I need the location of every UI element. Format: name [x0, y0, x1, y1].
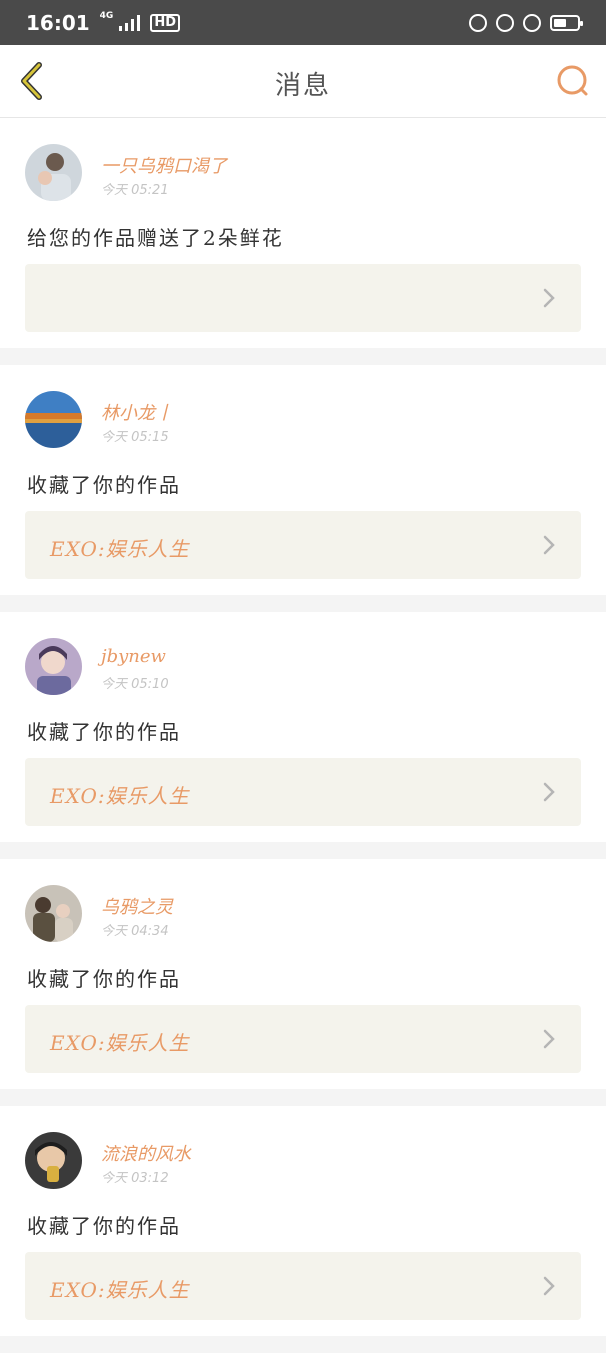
work-title: EXO:娱乐人生 [50, 1031, 190, 1055]
message-card: 乌鸦之灵 今天 04:34 收藏了你的作品 EXO:娱乐人生 [0, 859, 606, 1089]
search-icon [557, 65, 588, 96]
page-title: 消息 [274, 71, 331, 101]
work-link[interactable] [25, 264, 581, 332]
status-right [469, 13, 583, 32]
work-title: EXO:娱乐人生 [50, 537, 190, 561]
nav-bar: 消息 [0, 45, 606, 118]
message-card: jbynew 今天 05:10 收藏了你的作品 EXO:娱乐人生 [0, 612, 606, 842]
message-card: 流浪的风水 今天 03:12 收藏了你的作品 EXO:娱乐人生 [0, 1106, 606, 1336]
username[interactable]: 乌鸦之灵 [101, 893, 173, 919]
network-type: 4G [99, 10, 114, 21]
avatar[interactable] [25, 638, 82, 695]
timestamp: 今天 05:10 [101, 677, 169, 692]
avatar[interactable] [25, 885, 82, 942]
work-link[interactable]: EXO:娱乐人生 [25, 511, 581, 579]
avatar[interactable] [25, 1132, 82, 1189]
chevron-right-icon [543, 1276, 555, 1296]
clock: 16:01 [26, 10, 90, 35]
work-link[interactable]: EXO:娱乐人生 [25, 758, 581, 826]
timestamp: 今天 03:12 [101, 1171, 169, 1186]
timestamp: 今天 05:15 [101, 430, 169, 445]
vibrate-icon [469, 13, 487, 32]
chevron-right-icon [543, 288, 555, 308]
message-text: 收藏了你的作品 [27, 720, 181, 744]
chevron-right-icon [543, 535, 555, 555]
avatar[interactable] [25, 391, 82, 448]
message-text: 收藏了你的作品 [27, 473, 181, 497]
status-bar: 16:01 4G HD [0, 0, 606, 45]
avatar[interactable] [25, 144, 82, 201]
status-left: 16:01 4G HD [26, 11, 180, 35]
battery-icon [550, 14, 583, 31]
search-button[interactable] [552, 61, 592, 101]
message-text: 收藏了你的作品 [27, 967, 181, 991]
username[interactable]: 一只乌鸦口渴了 [101, 152, 227, 178]
chevron-right-icon [543, 1029, 555, 1049]
message-list: 一只乌鸦口渴了 今天 05:21 给您的作品赠送了2朵鲜花 林小龙丨 今天 05… [0, 118, 606, 1353]
hd-badge: HD [150, 13, 180, 32]
message-card: 林小龙丨 今天 05:15 收藏了你的作品 EXO:娱乐人生 [0, 365, 606, 595]
message-text: 给您的作品赠送了2朵鲜花 [27, 226, 284, 250]
message-text: 收藏了你的作品 [27, 1214, 181, 1238]
signal-icon [119, 14, 141, 31]
lock-rotation-icon [496, 13, 514, 32]
timestamp: 今天 05:21 [101, 183, 169, 198]
chevron-right-icon [543, 782, 555, 802]
username[interactable]: 流浪的风水 [101, 1140, 191, 1166]
username[interactable]: jbynew [101, 646, 166, 667]
alarm-icon [523, 13, 541, 32]
work-title: EXO:娱乐人生 [50, 784, 190, 808]
message-card: 一只乌鸦口渴了 今天 05:21 给您的作品赠送了2朵鲜花 [0, 118, 606, 348]
timestamp: 今天 04:34 [101, 924, 169, 939]
work-title: EXO:娱乐人生 [50, 1278, 190, 1302]
username[interactable]: 林小龙丨 [101, 399, 173, 425]
work-link[interactable]: EXO:娱乐人生 [25, 1252, 581, 1320]
work-link[interactable]: EXO:娱乐人生 [25, 1005, 581, 1073]
